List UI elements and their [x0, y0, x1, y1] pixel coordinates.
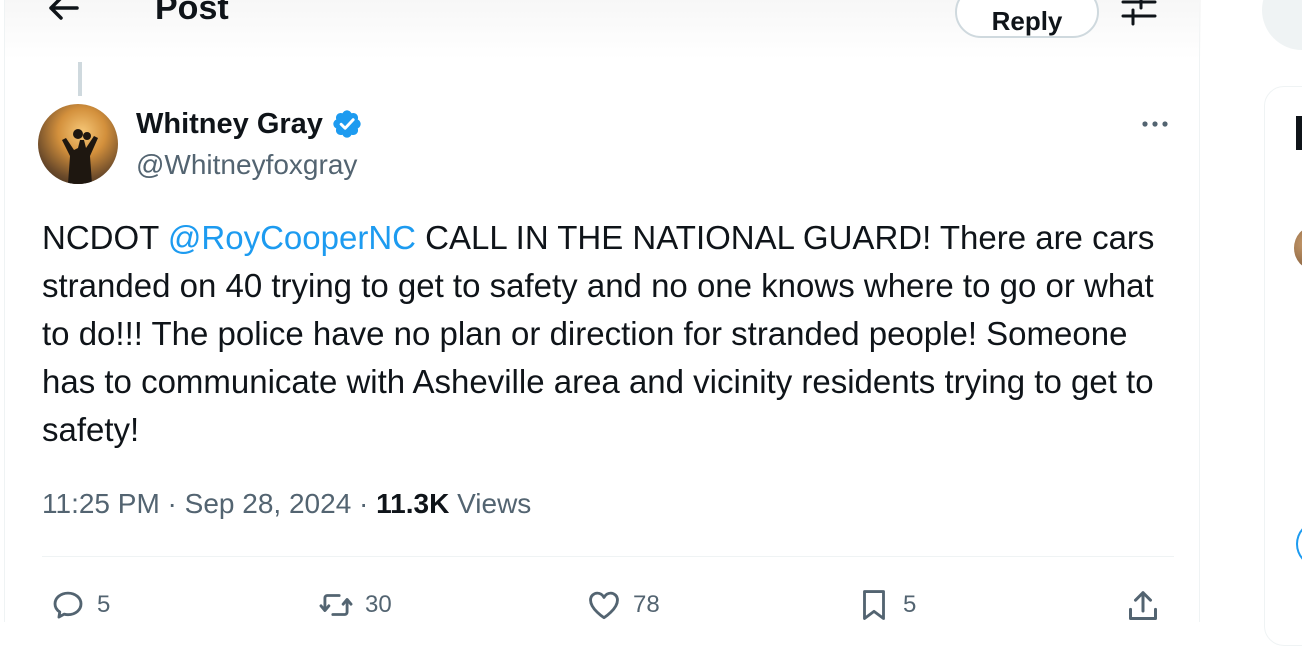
repost-count: 30 — [365, 591, 392, 618]
author-handle[interactable]: @Whitneyfoxgray — [136, 148, 357, 182]
bookmark-icon — [863, 590, 885, 620]
display-name[interactable]: Whitney Gray — [136, 106, 323, 142]
sliders-icon[interactable] — [1119, 0, 1159, 26]
reply-action[interactable]: 5 — [49, 586, 110, 624]
like-count: 78 — [633, 591, 660, 618]
more-dots-icon[interactable] — [1135, 110, 1175, 140]
post-body: NCDOT @RoyCooperNC CALL IN THE NATIONAL … — [42, 214, 1182, 454]
post-text-lead: NCDOT — [42, 219, 168, 256]
author-name-row[interactable]: Whitney Gray — [136, 106, 363, 142]
like-action[interactable]: 78 — [585, 586, 660, 624]
views-count: 11.3K — [376, 488, 450, 519]
verified-badge-icon — [333, 110, 361, 138]
thread-connector — [78, 62, 82, 96]
meta-separator: · — [159, 488, 185, 519]
avatar[interactable] — [38, 104, 118, 184]
views-label: Views — [449, 488, 532, 519]
sidebar-card — [1264, 86, 1302, 646]
divider — [42, 556, 1174, 557]
post-date[interactable]: Sep 28, 2024 — [185, 488, 352, 519]
repost-icon — [319, 594, 353, 616]
bookmark-count: 5 — [903, 591, 917, 618]
page-title: Post — [155, 0, 229, 27]
meta-separator: · — [351, 488, 377, 519]
post-column: Post Reply Whitney Gray @Whitneyfoxgray … — [4, 0, 1201, 624]
search-bar[interactable] — [1262, 0, 1302, 50]
post-time[interactable]: 11:25 PM — [42, 488, 160, 519]
mention-link[interactable]: @RoyCooperNC — [168, 219, 416, 256]
sidebar-heading-fragment — [1296, 116, 1302, 150]
repost-action[interactable]: 30 — [317, 586, 392, 624]
arrow-left-icon[interactable] — [43, 0, 83, 28]
share-icon[interactable] — [1123, 586, 1163, 626]
reply-button[interactable]: Reply — [955, 0, 1099, 38]
avatar-silhouette-icon — [62, 129, 98, 184]
post-meta: 11:25 PM · Sep 28, 2024 · 11.3K Views — [42, 484, 531, 524]
heart-icon — [589, 591, 619, 620]
bookmark-action[interactable]: 5 — [855, 586, 916, 624]
comment-icon — [53, 591, 83, 619]
reply-count: 5 — [97, 591, 111, 618]
